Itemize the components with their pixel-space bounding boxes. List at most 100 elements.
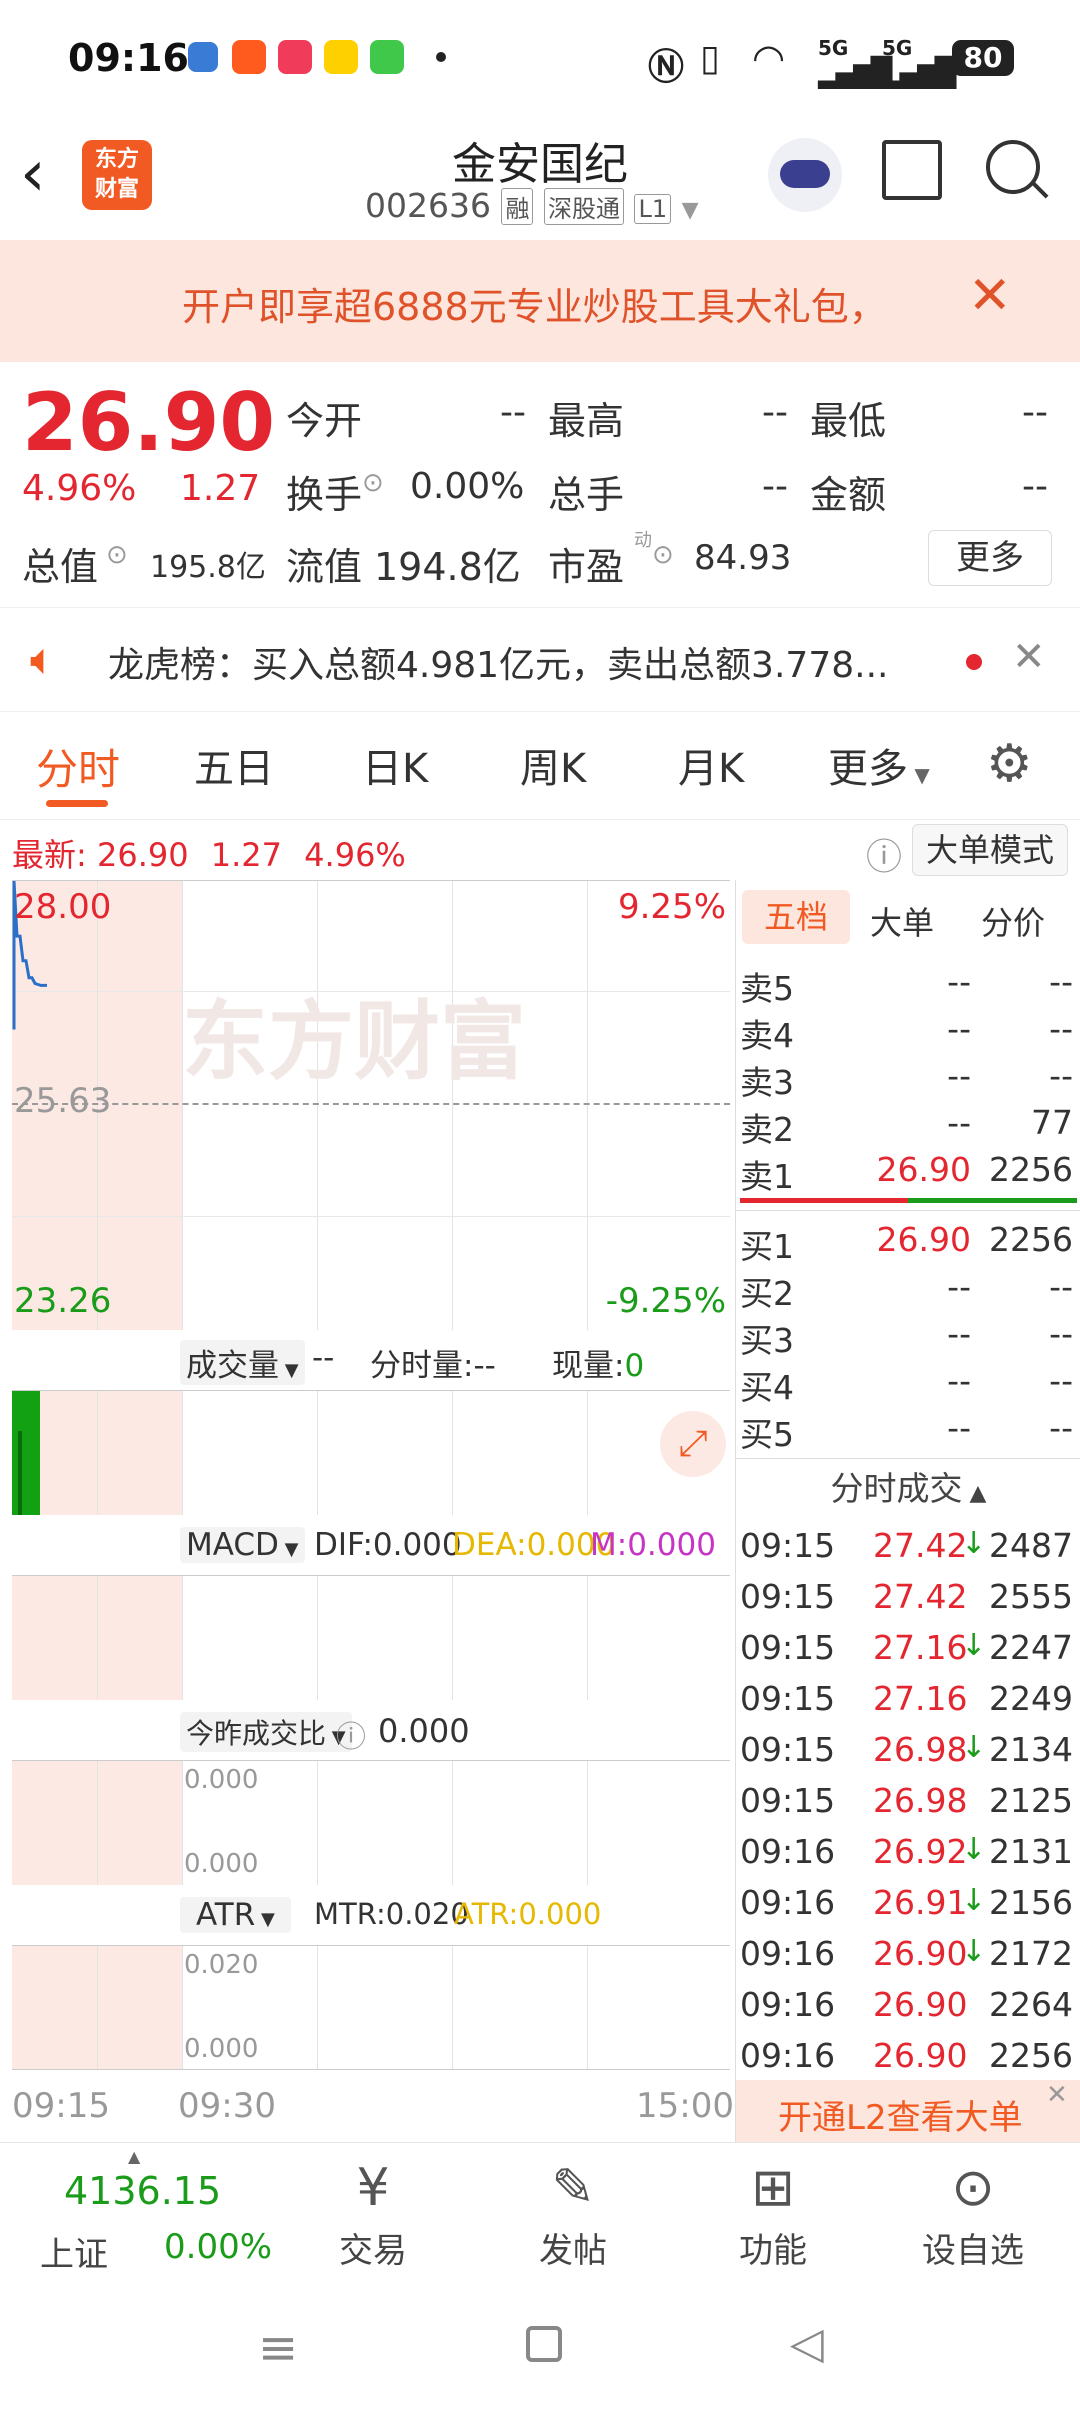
price-pane[interactable]: 东方财富 28.00 25.63 23.26 9.25% -9.25% [12, 880, 730, 1330]
trade-volume: 2134 [989, 1730, 1073, 1769]
tab-daily-k[interactable]: 日K [362, 736, 428, 794]
robot-assistant-icon[interactable] [768, 138, 842, 212]
back-icon[interactable]: ‹ [20, 142, 46, 206]
atr-selector[interactable]: ATR ▼ [180, 1897, 291, 1933]
help-icon[interactable]: ⓘ [336, 1712, 366, 1756]
l2-upsell-banner[interactable]: 开通L2查看大单 ✕ [736, 2080, 1080, 2142]
atr-value: ATR:0.000 [454, 1897, 602, 1931]
atr-pane[interactable]: 0.020 0.000 [12, 1945, 730, 2070]
y-axis-mid: 25.63 [14, 1081, 112, 1121]
amount-label: 金额 [810, 473, 887, 517]
volume-pane[interactable]: ⤢ [12, 1390, 730, 1515]
home-icon[interactable] [526, 2326, 562, 2362]
tab-more[interactable]: 更多 ▼ [828, 736, 930, 794]
current-volume: 现量:0 [552, 1340, 644, 1385]
gear-icon[interactable]: ⚙ [986, 734, 1033, 794]
expand-icon[interactable]: ⤢ [660, 1411, 726, 1477]
tab-intraday[interactable]: 分时 [36, 736, 120, 797]
index-value[interactable]: 4136.15 [64, 2169, 221, 2213]
open-label: 今开 [286, 399, 363, 443]
ratio-pane[interactable]: 0.000 0.000 [12, 1760, 730, 1885]
macd-pane[interactable] [12, 1575, 730, 1700]
latest-quote-bar: 最新: 26.90 1.27 4.96% ⓘ 大单模式 [0, 820, 1080, 880]
buy-level-row: 买2 -- -- [736, 1263, 1080, 1313]
atr-header: ATR ▼ MTR:0.020 ATR:0.000 [12, 1885, 730, 1945]
menu-icon[interactable]: ≡ [258, 2320, 298, 2376]
tab-price-distribution[interactable]: 分价 [981, 898, 1045, 944]
y-axis-low: 23.26 [14, 1281, 112, 1321]
info-icon[interactable]: ⊙ [652, 540, 674, 570]
close-icon[interactable]: ✕ [1012, 634, 1046, 680]
level-label: 买3 [740, 1321, 794, 1360]
help-icon[interactable]: ⓘ [866, 828, 902, 880]
trade-row: 09:16 26.92 ↓ 2131 [736, 1826, 1080, 1878]
sell-level-row: 卖4 -- -- [736, 1005, 1080, 1055]
eastmoney-logo[interactable]: 东方 财富 [82, 140, 152, 210]
dropdown-icon: ▼ [255, 1909, 275, 1930]
intraday-chart-area[interactable]: 东方财富 28.00 25.63 23.26 9.25% -9.25% 成交量 … [0, 880, 735, 2142]
pe-label: 市盈 [548, 545, 625, 589]
add-favorite-button[interactable]: ⊙ 设自选 [888, 2153, 1058, 2272]
trade-price: 27.42 [873, 1577, 968, 1616]
trade-time: 09:15 [740, 1730, 836, 1769]
turnover-label: 换手 [286, 473, 363, 517]
level-price: -- [947, 1009, 971, 1048]
index-name[interactable]: 上证 [40, 2227, 108, 2276]
more-button[interactable]: 更多 [928, 530, 1052, 586]
close-icon[interactable]: ✕ [1046, 2080, 1068, 2110]
app-icon-1 [232, 40, 266, 74]
post-button[interactable]: ✎ 发帖 [488, 2153, 658, 2272]
quote-panel: 26.90 4.96% 1.27 今开 -- 最高 -- 最低 -- 换手 ⊙ … [0, 362, 1080, 607]
volume-ratio-header: 今昨成交比 ▼ ⓘ 0.000 [12, 1700, 730, 1760]
tab-weekly-k[interactable]: 周K [520, 736, 586, 794]
status-time: 09:16 [68, 36, 189, 80]
battery-icon: 80 [952, 40, 1014, 76]
close-icon[interactable]: ✕ [968, 266, 1012, 326]
share-icon[interactable] [882, 140, 942, 200]
sell-ratio-bar [740, 1198, 908, 1203]
trade-time: 09:16 [740, 1832, 836, 1871]
stock-code-row[interactable]: 002636 融 深股通 L1 ▼ [365, 186, 699, 225]
ratio-axis-bottom: 0.000 [184, 1849, 259, 1879]
meituan-icon [324, 40, 358, 74]
big-order-mode-button[interactable]: 大单模式 [912, 824, 1068, 876]
functions-button[interactable]: ⊞ 功能 [688, 2153, 858, 2272]
back-nav-icon[interactable]: ◁ [790, 2318, 824, 2369]
search-icon[interactable] [986, 140, 1040, 194]
dropdown-icon: ▼ [681, 198, 699, 223]
volume-selector[interactable]: 成交量 ▼ [180, 1340, 305, 1385]
info-icon[interactable]: ⊙ [362, 468, 384, 498]
promo-banner[interactable]: 开户即享超6888元专业炒股工具大礼包， ✕ [0, 240, 1080, 362]
ratio-selector[interactable]: 今昨成交比 ▼ [180, 1712, 352, 1752]
down-arrow-icon: ↓ [961, 1628, 987, 1663]
level-volume: -- [1049, 1408, 1073, 1447]
tab-five-levels[interactable]: 五档 [742, 890, 850, 944]
volume-header: 成交量 ▼ -- 分时量:-- 现量:0 [12, 1330, 730, 1390]
level-price: -- [947, 1408, 971, 1447]
level-price: -- [947, 1103, 971, 1142]
trade-time: 09:15 [740, 1577, 836, 1616]
tab-five-day[interactable]: 五日 [194, 736, 274, 794]
stock-name: 金安国纪 [452, 139, 628, 190]
time-axis-open: 09:30 [178, 2086, 276, 2126]
info-icon[interactable]: ⊙ [106, 540, 128, 570]
level-label: 买1 [740, 1227, 794, 1266]
tab-big-orders[interactable]: 大单 [870, 898, 934, 944]
y-axis-high: 28.00 [14, 887, 112, 927]
trade-row: 09:16 26.90 2256 [736, 2030, 1080, 2082]
open-value: -- [500, 392, 526, 433]
dragon-tiger-notice[interactable]: 🔈︎ 龙虎榜：买入总额4.981亿元，卖出总额3.778... ✕ [0, 607, 1080, 712]
tab-monthly-k[interactable]: 月K [678, 736, 744, 794]
atr-mtr: MTR:0.020 [314, 1897, 469, 1931]
level-label: 卖4 [740, 1016, 794, 1055]
trade-price: 26.90 [873, 1985, 968, 2024]
trade-volume: 2172 [989, 1934, 1073, 1973]
latest-line: 最新: 26.90 1.27 4.96% [12, 830, 406, 876]
trade-time: 09:15 [740, 1679, 836, 1718]
index-percent[interactable]: 0.00% [164, 2227, 272, 2267]
trade-time: 09:16 [740, 2036, 836, 2075]
trade-button[interactable]: ¥ 交易 [288, 2153, 458, 2272]
trades-header[interactable]: 分时成交 ▲ [736, 1460, 1080, 1518]
connect-badge: 深股通 [543, 188, 624, 225]
macd-selector[interactable]: MACD ▼ [180, 1527, 305, 1563]
